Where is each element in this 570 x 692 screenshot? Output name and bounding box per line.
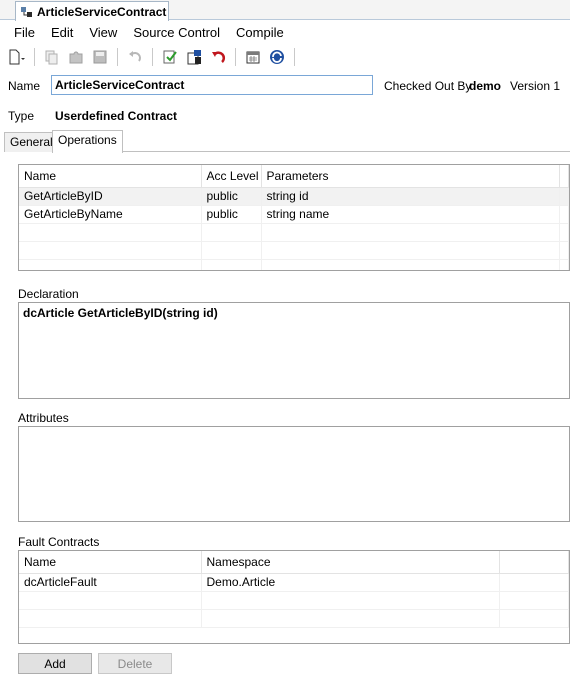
column-header-name[interactable]: Name bbox=[19, 551, 202, 574]
cell-acc-level[interactable]: public bbox=[201, 187, 262, 206]
checked-out-user: demo bbox=[469, 79, 502, 93]
check-out-icon[interactable] bbox=[183, 46, 205, 68]
cell-acc-level[interactable]: public bbox=[201, 205, 262, 224]
table-row-empty bbox=[19, 259, 569, 270]
operations-grid[interactable]: Name Acc Level Parameters GetArticleByID… bbox=[18, 164, 570, 271]
menu-edit[interactable]: Edit bbox=[43, 23, 81, 42]
tab-strip: General Operations bbox=[4, 130, 570, 153]
table-row[interactable]: GetArticleByID public string id bbox=[19, 187, 569, 206]
table-row-empty bbox=[19, 223, 569, 242]
sync-icon[interactable] bbox=[266, 46, 288, 68]
menu-view[interactable]: View bbox=[81, 23, 125, 42]
menu-bar: File Edit View Source Control Compile bbox=[0, 21, 570, 43]
puzzle-icon[interactable] bbox=[65, 46, 87, 68]
declaration-label: Declaration bbox=[18, 287, 79, 301]
cell-parameters[interactable]: string id bbox=[261, 187, 560, 206]
document-tab-title: ArticleServiceContract bbox=[37, 4, 167, 19]
type-value: Userdefined Contract bbox=[55, 109, 178, 123]
checked-out-label: Checked Out By bbox=[384, 79, 472, 93]
column-header-acc-level[interactable]: Acc Level bbox=[201, 165, 262, 188]
new-icon[interactable] bbox=[6, 46, 28, 68]
menu-compile[interactable]: Compile bbox=[228, 23, 292, 42]
copy-icon[interactable] bbox=[41, 46, 63, 68]
toolbar-separator bbox=[34, 48, 35, 66]
document-tab[interactable]: ArticleServiceContract bbox=[15, 1, 169, 21]
tab-operations[interactable]: Operations bbox=[52, 130, 123, 153]
menu-file[interactable]: File bbox=[6, 23, 43, 42]
undo-icon[interactable] bbox=[124, 46, 146, 68]
delete-button[interactable]: Delete bbox=[98, 653, 172, 674]
version-label: Version 1 bbox=[510, 79, 561, 93]
table-row-empty bbox=[19, 241, 569, 260]
revert-icon[interactable] bbox=[207, 46, 229, 68]
column-header-parameters[interactable]: Parameters bbox=[261, 165, 560, 188]
menu-source-control[interactable]: Source Control bbox=[125, 23, 228, 42]
tab-general[interactable]: General bbox=[4, 132, 59, 152]
table-row-empty bbox=[19, 609, 569, 628]
column-header-name[interactable]: Name bbox=[19, 165, 202, 188]
name-field[interactable] bbox=[51, 75, 373, 95]
column-header-filler bbox=[499, 551, 569, 574]
table-row[interactable]: GetArticleByName public string name bbox=[19, 205, 569, 224]
table-row-empty bbox=[19, 591, 569, 610]
save-icon[interactable] bbox=[89, 46, 111, 68]
column-header-namespace[interactable]: Namespace bbox=[201, 551, 500, 574]
toolbar-separator bbox=[152, 48, 153, 66]
toolbar-separator bbox=[235, 48, 236, 66]
calendar-icon[interactable] bbox=[242, 46, 264, 68]
cell-namespace[interactable]: Demo.Article bbox=[201, 573, 500, 592]
document-tab-bar: ArticleServiceContract bbox=[0, 0, 570, 21]
check-in-icon[interactable] bbox=[159, 46, 181, 68]
fault-contracts-grid[interactable]: Name Namespace dcArticleFault Demo.Artic… bbox=[18, 550, 570, 644]
toolbar bbox=[0, 43, 570, 71]
cell-filler bbox=[499, 573, 569, 592]
toolbar-separator bbox=[294, 48, 295, 66]
fault-contracts-label: Fault Contracts bbox=[18, 535, 100, 549]
name-label: Name bbox=[8, 79, 41, 93]
cell-name[interactable]: dcArticleFault bbox=[19, 573, 202, 592]
cell-parameters[interactable]: string name bbox=[261, 205, 560, 224]
table-row[interactable]: dcArticleFault Demo.Article bbox=[19, 573, 569, 592]
type-label: Type bbox=[8, 109, 35, 123]
add-button[interactable]: Add bbox=[18, 653, 92, 674]
cell-filler bbox=[559, 187, 569, 206]
cell-name[interactable]: GetArticleByName bbox=[19, 205, 202, 224]
toolbar-separator bbox=[117, 48, 118, 66]
attributes-label: Attributes bbox=[18, 411, 69, 425]
declaration-field[interactable]: dcArticle GetArticleByID(string id) bbox=[18, 302, 570, 399]
contract-icon bbox=[20, 5, 34, 19]
cell-filler bbox=[559, 205, 569, 224]
attributes-field[interactable] bbox=[18, 426, 570, 522]
cell-name[interactable]: GetArticleByID bbox=[19, 187, 202, 206]
column-header-filler bbox=[559, 165, 569, 188]
